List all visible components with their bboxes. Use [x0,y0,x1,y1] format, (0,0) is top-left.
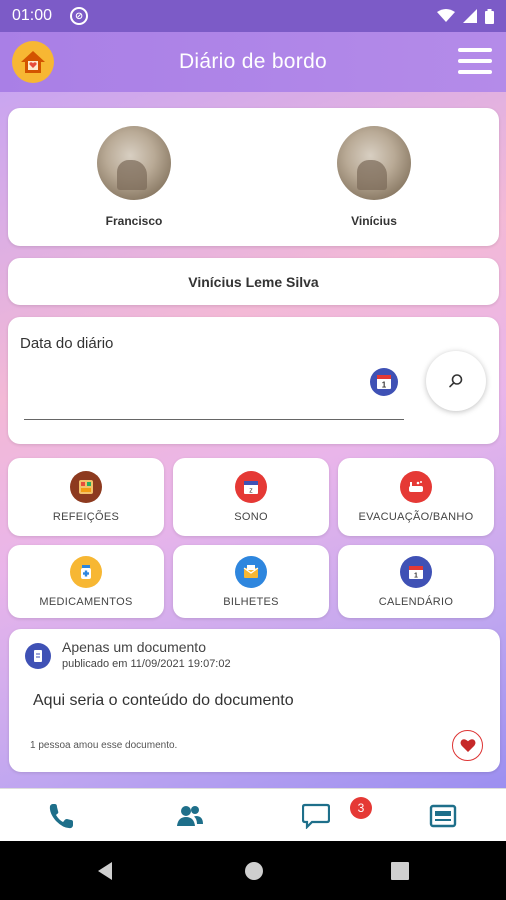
search-icon [449,374,463,388]
document-icon [25,643,51,669]
calendar-picker-icon[interactable]: 1 [370,368,398,401]
tile-medicamentos[interactable]: MEDICAMENTOS [8,545,164,618]
chat-badge: 3 [350,797,372,819]
battery-icon [485,8,494,24]
tile-label: REFEIÇÕES [52,511,120,523]
like-button[interactable] [452,730,483,761]
page-title: Diário de bordo [178,50,328,73]
home-icon[interactable] [244,861,264,881]
diary-date-label: Data do diário [20,335,114,352]
svg-text:1: 1 [382,381,387,390]
selected-child-card: Vinícius Leme Silva [8,258,499,305]
svg-text:z: z [249,488,253,495]
signal-icon [463,9,477,23]
home-logo-icon[interactable] [12,41,54,83]
status-bar: 01:00 ⊘ [0,0,506,32]
child-name: Francisco [105,214,163,228]
calendar-icon: 1 [400,555,432,588]
tile-sono[interactable]: z SONO [173,458,329,536]
chat-icon[interactable] [300,800,332,832]
document-likes: 1 pessoa amou esse documento. [30,740,178,751]
menu-icon[interactable] [458,48,492,74]
child-vinicius[interactable]: Vinícius [314,126,434,228]
child-name: Vinícius [351,214,397,228]
tile-label: SONO [234,511,268,523]
phone-icon[interactable] [46,800,78,832]
back-icon[interactable] [96,861,114,881]
app-bar: Diário de bordo [0,32,506,92]
dnd-icon: ⊘ [70,7,89,25]
recents-icon[interactable] [391,862,409,880]
bottom-nav: 3 [0,788,506,841]
diary-date-field[interactable] [24,419,404,420]
avatar [337,126,411,200]
tile-evacuacao-banho[interactable]: EVACUAÇÃO/BANHO [338,458,494,536]
tile-refeicoes[interactable]: REFEIÇÕES [8,458,164,536]
tile-label: BILHETES [223,595,279,608]
document-title: Apenas um documento [62,639,206,655]
heart-icon [460,739,475,752]
diary-date-card: Data do diário 1 [8,317,499,444]
selected-child-name: Vinícius Leme Silva [188,273,319,290]
tile-calendario[interactable]: 1 CALENDÁRIO [338,545,494,618]
document-card[interactable]: Apenas um documento publicado em 11/09/2… [9,629,500,772]
avatar [97,126,171,200]
meal-icon [70,471,102,503]
contacts-icon[interactable] [174,800,206,832]
child-francisco[interactable]: Francisco [74,126,194,228]
tile-bilhetes[interactable]: BILHETES [173,545,329,618]
tile-label: MEDICAMENTOS [39,595,133,608]
search-button[interactable] [426,351,486,411]
tile-label: EVACUAÇÃO/BANHO [358,511,474,523]
bulletin-icon[interactable] [427,800,459,832]
tile-label: CALENDÁRIO [378,595,454,608]
status-time: 01:00 [12,7,53,24]
system-nav-bar [0,841,506,900]
status-icons [437,8,494,24]
medicine-icon [70,555,102,588]
document-body: Aqui seria o conteúdo do documento [33,692,294,709]
main-content: Francisco Vinícius Vinícius Leme Silva D… [0,92,506,788]
note-icon [235,555,267,588]
document-published-date: publicado em 11/09/2021 19:07:02 [62,658,231,670]
bathtub-icon [400,471,432,503]
sleep-calendar-icon: z [235,471,267,503]
wifi-icon [437,9,455,22]
children-card: Francisco Vinícius [8,108,499,246]
svg-text:1: 1 [414,572,418,579]
